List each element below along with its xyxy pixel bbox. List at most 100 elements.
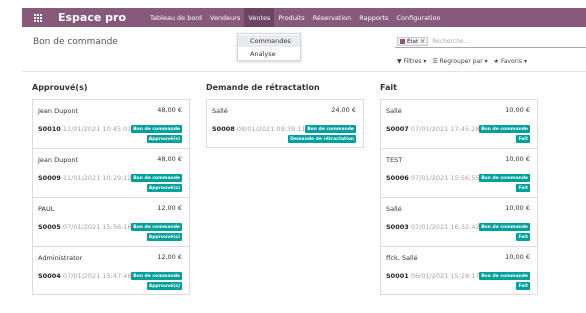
customer-name: PAUL <box>38 205 55 213</box>
menu-item-tableau-de-bord[interactable]: Tableau de bord <box>146 8 206 27</box>
order-amount: 10,00 € <box>505 253 530 261</box>
favorites-button[interactable]: ★ Favoris ▾ <box>494 58 527 65</box>
status-tag: Bon de commande <box>479 174 530 182</box>
order-amount: 12,00 € <box>157 204 182 212</box>
order-reference: S0010 <box>38 125 61 133</box>
dropdown-item-commandes[interactable]: Commandes <box>238 35 300 47</box>
facet-close-icon[interactable]: × <box>420 38 425 45</box>
status-tag: Bon de commande <box>479 272 530 280</box>
kanban-card[interactable]: ffck, Sallé 10,00 € S0001 06/01/2021 15:… <box>380 246 538 295</box>
menu-item-reservation[interactable]: Réservation <box>309 8 356 27</box>
status-tag: Approuvé(s) <box>146 282 182 290</box>
card-list: Jean Dupont 48,00 € S0010 11/01/2021 10:… <box>32 99 190 295</box>
top-navbar: Espace pro Tableau de bord Vendeurs Vent… <box>22 8 586 27</box>
order-amount: 10,00 € <box>505 204 530 212</box>
search-facet[interactable]: État × <box>397 37 429 46</box>
order-date: 07/01/2021 17:45:28 <box>410 125 480 133</box>
page-title: Bon de commande <box>33 37 118 47</box>
status-tag: Fait <box>516 233 530 241</box>
order-date: 08/01/2021 09:39:11 <box>236 125 306 133</box>
status-tag: Fait <box>516 135 530 143</box>
order-reference: S0008 <box>212 125 235 133</box>
kanban-card[interactable]: PAUL 12,00 € S0005 07/01/2021 15:56:16 B… <box>32 197 190 246</box>
apps-grid-icon[interactable] <box>34 13 42 22</box>
group-by-button[interactable]: ☰ Regrouper par ▾ <box>432 58 487 65</box>
order-amount: 12,00 € <box>157 253 182 261</box>
dropdown-item-analyse[interactable]: Analyse <box>238 48 300 60</box>
status-tag: Bon de commande <box>479 125 530 133</box>
kanban-card[interactable]: Sallé 10,00 € S0003 07/01/2021 16:32:42 … <box>380 197 538 246</box>
menu-item-vendeurs[interactable]: Vendeurs <box>206 8 244 27</box>
order-amount: 10,00 € <box>505 155 530 163</box>
order-date: 07/01/2021 15:56:16 <box>62 223 132 231</box>
caret-down-icon: ▾ <box>484 58 488 65</box>
customer-name: Administrator <box>38 254 83 262</box>
caret-down-icon: ▾ <box>423 58 427 65</box>
kanban-card[interactable]: Sallé 10,00 € S0007 07/01/2021 17:45:28 … <box>380 99 538 148</box>
status-tag: Bon de commande <box>131 223 182 231</box>
order-reference: S0003 <box>386 223 409 231</box>
order-reference: S0006 <box>386 174 409 182</box>
card-list: Sallé 24,00 € S0008 08/01/2021 09:39:11 … <box>206 99 364 148</box>
menu-item-ventes[interactable]: Ventes <box>244 8 275 27</box>
status-tag: Demande de rétractation <box>288 135 356 143</box>
kanban-card[interactable]: Sallé 24,00 € S0008 08/01/2021 09:39:11 … <box>206 99 364 148</box>
order-amount: 48,00 € <box>157 106 182 114</box>
order-reference: S0005 <box>38 223 61 231</box>
order-date: 07/01/2021 15:47:46 <box>62 272 132 280</box>
order-date: 07/01/2021 15:56:55 <box>410 174 480 182</box>
status-tag: Approuvé(s) <box>146 135 182 143</box>
funnel-icon: ▼ <box>397 58 402 65</box>
order-amount: 24,00 € <box>331 106 356 114</box>
facet-label: État <box>407 38 419 45</box>
order-reference: S0007 <box>386 125 409 133</box>
order-reference: S0009 <box>38 174 61 182</box>
status-tag: Fait <box>516 282 530 290</box>
column-title: Fait <box>380 83 397 92</box>
main-menu: Tableau de bord Vendeurs Ventes Produits… <box>146 8 445 27</box>
status-tag: Bon de commande <box>479 223 530 231</box>
menu-item-configuration[interactable]: Configuration <box>392 8 444 27</box>
order-date: 11/01/2021 10:29:12 <box>62 174 132 182</box>
customer-name: Sallé <box>212 107 228 115</box>
list-icon: ☰ <box>432 58 438 65</box>
order-amount: 10,00 € <box>505 106 530 114</box>
caret-down-icon: ▾ <box>523 58 527 65</box>
kanban-column-fait: Fait Sallé 10,00 € S0007 07/01/2021 17:4… <box>380 83 538 295</box>
kanban-column-approuves: Approuvé(s) Jean Dupont 48,00 € S0010 11… <box>32 83 190 295</box>
status-tag: Approuvé(s) <box>146 233 182 241</box>
card-list: Sallé 10,00 € S0007 07/01/2021 17:45:28 … <box>380 99 538 295</box>
kanban-card[interactable]: Jean Dupont 48,00 € S0009 11/01/2021 10:… <box>32 148 190 197</box>
star-icon: ★ <box>493 58 500 65</box>
status-tag: Bon de commande <box>131 125 182 133</box>
filters-button[interactable]: ▼ Filtres ▾ <box>397 58 426 65</box>
customer-name: Jean Dupont <box>38 107 78 115</box>
menu-item-rapports[interactable]: Rapports <box>355 8 392 27</box>
kanban-card[interactable]: Administrator 12,00 € S0004 07/01/2021 1… <box>32 246 190 295</box>
kanban-card[interactable]: TEST 10,00 € S0006 07/01/2021 15:56:55 B… <box>380 148 538 197</box>
search-bar[interactable]: État × Recherche... <box>395 36 586 48</box>
column-title: Demande de rétractation <box>206 83 320 92</box>
ventes-dropdown-menu: Commandes Analyse <box>237 33 301 61</box>
brand-title[interactable]: Espace pro <box>58 11 126 24</box>
filter-facet-icon <box>400 39 405 44</box>
kanban-card[interactable]: Jean Dupont 48,00 € S0010 11/01/2021 10:… <box>32 99 190 148</box>
customer-name: TEST <box>386 156 403 164</box>
order-amount: 48,00 € <box>157 155 182 163</box>
order-date: 11/01/2021 10:45:01 <box>62 125 132 133</box>
search-input[interactable]: Recherche... <box>432 38 469 45</box>
customer-name: Sallé <box>386 107 402 115</box>
menu-item-produits[interactable]: Produits <box>274 8 308 27</box>
status-tag: Fait <box>516 184 530 192</box>
customer-name: Jean Dupont <box>38 156 78 164</box>
customer-name: Sallé <box>386 205 402 213</box>
customer-name: ffck, Sallé <box>386 254 418 262</box>
kanban-column-demande-retractation: Demande de rétractation Sallé 24,00 € S0… <box>206 83 364 148</box>
order-reference: S0001 <box>386 272 409 280</box>
status-tag: Bon de commande <box>305 125 356 133</box>
status-tag: Bon de commande <box>131 174 182 182</box>
status-tag: Approuvé(s) <box>146 184 182 192</box>
column-title: Approuvé(s) <box>32 83 88 92</box>
order-date: 07/01/2021 16:32:42 <box>410 223 480 231</box>
status-tag: Bon de commande <box>131 272 182 280</box>
